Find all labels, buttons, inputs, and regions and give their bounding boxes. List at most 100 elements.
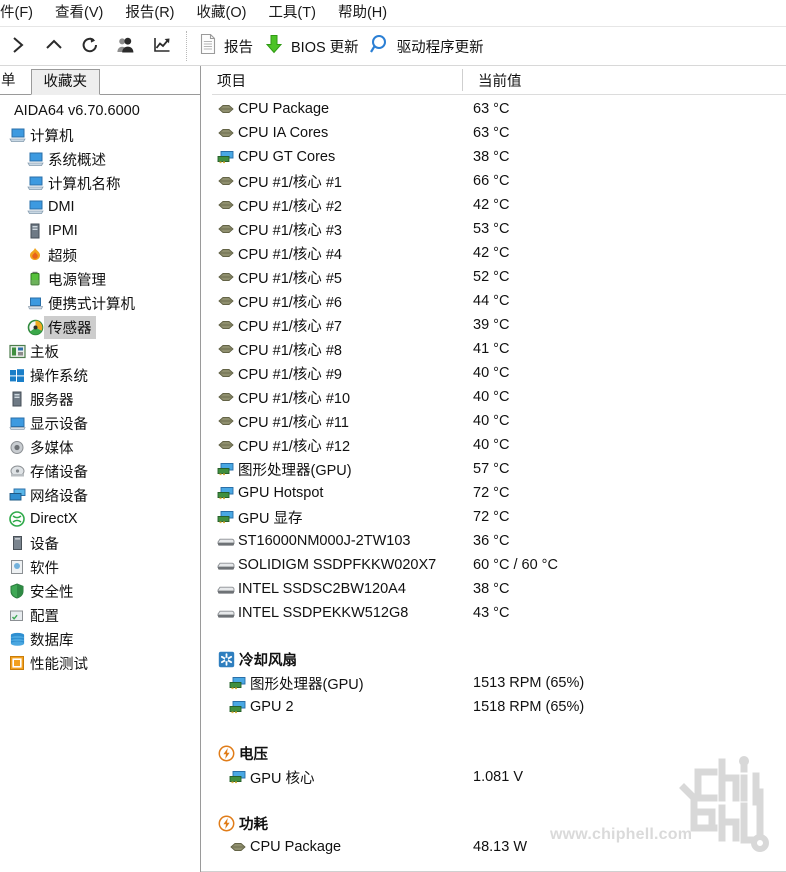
- tree-item-dmi[interactable]: DMI: [0, 195, 200, 219]
- menu-file[interactable]: 件(F): [0, 2, 44, 24]
- tree-item-sensor[interactable]: 传感器: [0, 315, 200, 339]
- tree-item-label: 超频: [48, 248, 77, 265]
- network-icon: [8, 486, 26, 504]
- sensor-value: 1518 RPM (65%): [473, 699, 585, 715]
- forward-button[interactable]: [0, 29, 36, 63]
- table-row[interactable]: INTEL SSDSC2BW120A4 38 °C: [212, 577, 786, 601]
- tree-item-motherboard[interactable]: 主板: [0, 339, 200, 363]
- column-header: 项目 当前值: [212, 66, 786, 95]
- menu-view[interactable]: 查看(V): [44, 2, 114, 24]
- table-row[interactable]: CPU #1/核心 #12 40 °C: [212, 433, 786, 457]
- tree-item-server[interactable]: 服务器: [0, 387, 200, 411]
- column-header-value[interactable]: 当前值: [467, 70, 522, 91]
- table-row[interactable]: SOLIDIGM SSDPFKKW020X7 60 °C / 60 °C: [212, 553, 786, 577]
- table-row[interactable]: CPU #1/核心 #1 66 °C: [212, 169, 786, 193]
- bolt-icon: [217, 744, 235, 762]
- sensor-label: CPU #1/核心 #1: [238, 174, 342, 191]
- tree-item-database[interactable]: 数据库: [0, 627, 200, 651]
- navigation-tree[interactable]: AIDA64 v6.70.6000 计算机 系统概述 计算机名称 DMI IPM…: [0, 95, 200, 872]
- bios-update-button[interactable]: BIOS 更新: [259, 29, 365, 63]
- table-row[interactable]: CPU Package 63 °C: [212, 97, 786, 121]
- menu-tools[interactable]: 工具(T): [257, 2, 327, 24]
- sensor-label: CPU #1/核心 #8: [238, 342, 342, 359]
- driver-update-label: 驱动程序更新: [396, 39, 484, 56]
- tree-item-label: 计算机名称: [48, 176, 121, 193]
- sensor-label: CPU Package: [238, 101, 330, 117]
- chart-button[interactable]: [144, 29, 180, 63]
- table-row[interactable]: CPU #1/核心 #11 40 °C: [212, 409, 786, 433]
- tree-item-ipmi[interactable]: IPMI: [0, 219, 200, 243]
- table-row[interactable]: CPU #1/核心 #3 53 °C: [212, 217, 786, 241]
- table-row[interactable]: 图形处理器(GPU) 57 °C: [212, 457, 786, 481]
- table-row[interactable]: CPU #1/核心 #5 52 °C: [212, 265, 786, 289]
- table-row[interactable]: CPU #1/核心 #10 40 °C: [212, 385, 786, 409]
- tree-item-operating-system[interactable]: 操作系统: [0, 363, 200, 387]
- table-row[interactable]: CPU #1/核心 #9 40 °C: [212, 361, 786, 385]
- up-button[interactable]: [36, 29, 72, 63]
- column-header-item[interactable]: 项目: [212, 70, 467, 91]
- report-button[interactable]: 报告: [194, 29, 259, 63]
- table-row[interactable]: CPU GT Cores 38 °C: [212, 145, 786, 169]
- tree-item-label: 安全性: [30, 584, 74, 601]
- sensor-value: 66 °C: [473, 173, 510, 189]
- tree-item-multimedia[interactable]: 多媒体: [0, 435, 200, 459]
- users-icon: [116, 35, 136, 58]
- table-row[interactable]: ST16000NM000J-2TW103 36 °C: [212, 529, 786, 553]
- refresh-button[interactable]: [72, 29, 108, 63]
- tree-root-label: AIDA64 v6.70.6000: [14, 103, 140, 119]
- tree-item-display-devices[interactable]: 显示设备: [0, 411, 200, 435]
- chip-icon: [217, 100, 235, 118]
- table-row[interactable]: GPU 2 1518 RPM (65%): [212, 695, 786, 719]
- tree-item-computer[interactable]: 计算机: [0, 123, 200, 147]
- sensor-label: GPU 显存: [238, 510, 303, 527]
- tree-item-network-devices[interactable]: 网络设备: [0, 483, 200, 507]
- gpu-icon: [229, 698, 247, 716]
- chip-icon: [217, 412, 235, 430]
- menu-favorites[interactable]: 收藏(O): [186, 2, 258, 24]
- table-row[interactable]: 图形处理器(GPU) 1513 RPM (65%): [212, 671, 786, 695]
- tree-item-storage-devices[interactable]: 存储设备: [0, 459, 200, 483]
- tree-item-overclock[interactable]: 超频: [0, 243, 200, 267]
- directx-icon: [8, 510, 26, 528]
- tree-item-label: 系统概述: [48, 152, 106, 169]
- menu-report[interactable]: 报告(R): [114, 2, 185, 24]
- tree-item-benchmark[interactable]: 性能测试: [0, 651, 200, 675]
- tree-item-software[interactable]: 软件: [0, 555, 200, 579]
- table-row[interactable]: CPU IA Cores 63 °C: [212, 121, 786, 145]
- main-split: 单 收藏夹 AIDA64 v6.70.6000 计算机 系统概述 计算机名称 D…: [0, 66, 786, 872]
- chip-icon: [217, 220, 235, 238]
- table-row[interactable]: CPU #1/核心 #4 42 °C: [212, 241, 786, 265]
- sensor-label: CPU #1/核心 #7: [238, 318, 342, 335]
- tree-item-label: 服务器: [30, 392, 74, 409]
- sensor-value: 43 °C: [473, 605, 510, 621]
- table-row[interactable]: CPU #1/核心 #7 39 °C: [212, 313, 786, 337]
- menu-help[interactable]: 帮助(H): [327, 2, 398, 24]
- table-row[interactable]: CPU #1/核心 #6 44 °C: [212, 289, 786, 313]
- tree-item-computer-name[interactable]: 计算机名称: [0, 171, 200, 195]
- table-row[interactable]: GPU 核心 1.081 V: [212, 765, 786, 789]
- table-row[interactable]: GPU 显存 72 °C: [212, 505, 786, 529]
- tree-item-devices[interactable]: 设备: [0, 531, 200, 555]
- tree-item-power-management[interactable]: 电源管理: [0, 267, 200, 291]
- flame-icon: [26, 246, 44, 264]
- tab-menu[interactable]: 单: [0, 68, 31, 94]
- sensor-panel: 项目 当前值 CPU Package 63 °C CPU IA Cores 63…: [201, 66, 786, 872]
- sensor-value: 40 °C: [473, 389, 510, 405]
- tree-item-security[interactable]: 安全性: [0, 579, 200, 603]
- table-row[interactable]: CPU #1/核心 #2 42 °C: [212, 193, 786, 217]
- table-row[interactable]: CPU Package 48.13 W: [212, 835, 786, 859]
- column-divider[interactable]: [462, 69, 463, 91]
- table-row[interactable]: CPU #1/核心 #8 41 °C: [212, 337, 786, 361]
- sensor-value: 38 °C: [473, 149, 510, 165]
- tab-favorites[interactable]: 收藏夹: [30, 69, 100, 95]
- table-row[interactable]: GPU Hotspot 72 °C: [212, 481, 786, 505]
- tree-item-portable-computer[interactable]: 便携式计算机: [0, 291, 200, 315]
- table-row[interactable]: INTEL SSDPEKKW512G8 43 °C: [212, 601, 786, 625]
- tree-item-config[interactable]: 配置: [0, 603, 200, 627]
- tree-item-directx[interactable]: DirectX: [0, 507, 200, 531]
- driver-update-button[interactable]: 驱动程序更新: [365, 29, 490, 63]
- users-button[interactable]: [108, 29, 144, 63]
- tree-item-label: 便携式计算机: [48, 296, 135, 313]
- sensor-label: CPU #1/核心 #9: [238, 366, 342, 383]
- tree-item-system-overview[interactable]: 系统概述: [0, 147, 200, 171]
